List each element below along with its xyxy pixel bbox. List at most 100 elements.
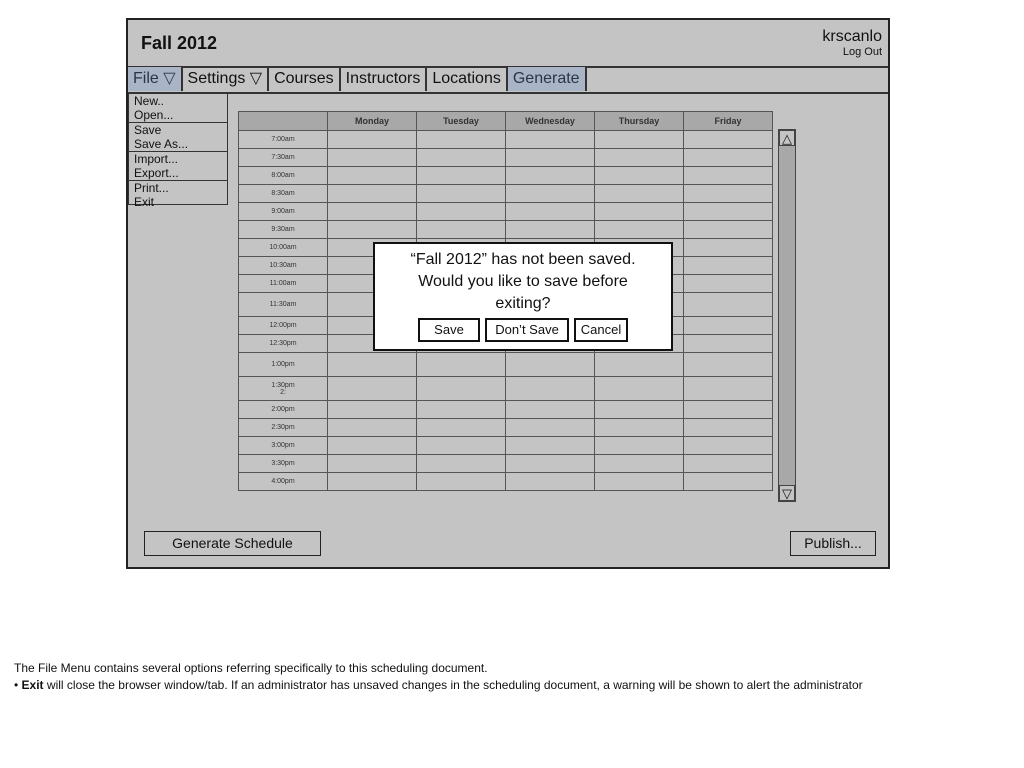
schedule-cell[interactable] [416, 352, 506, 377]
triangle-down-icon[interactable]: ▽ [779, 485, 795, 501]
schedule-cell[interactable] [416, 472, 506, 491]
schedule-cell[interactable] [416, 148, 506, 167]
schedule-cell[interactable] [683, 376, 773, 401]
schedule-cell[interactable] [683, 202, 773, 221]
schedule-cell[interactable] [505, 436, 595, 455]
schedule-cell[interactable] [683, 292, 773, 317]
schedule-cell[interactable] [683, 436, 773, 455]
schedule-cell[interactable] [416, 184, 506, 203]
schedule-cell[interactable] [683, 472, 773, 491]
schedule-cell[interactable] [327, 400, 417, 419]
schedule-cell[interactable] [683, 184, 773, 203]
schedule-cell[interactable] [505, 400, 595, 419]
schedule-cell[interactable] [327, 454, 417, 473]
schedule-cell[interactable] [327, 184, 417, 203]
notes-description: will close the browser window/tab. If an… [46, 678, 863, 692]
publish-button[interactable]: Publish... [790, 531, 876, 556]
schedule-cell[interactable] [416, 376, 506, 401]
schedule-cell[interactable] [505, 454, 595, 473]
logout-link[interactable]: Log Out [843, 46, 882, 58]
schedule-cell[interactable] [327, 376, 417, 401]
schedule-cell[interactable] [683, 148, 773, 167]
schedule-cell[interactable] [594, 148, 684, 167]
menu-settings[interactable]: Settings ▽ [183, 67, 270, 91]
dialog-dont-save-button[interactable]: Don’t Save [485, 318, 569, 342]
schedule-cell[interactable] [683, 166, 773, 185]
menu-item-new[interactable]: New.. [129, 94, 227, 108]
menu-item-save[interactable]: Save [129, 122, 227, 137]
schedule-cell[interactable] [505, 166, 595, 185]
schedule-cell[interactable] [416, 166, 506, 185]
schedule-cell[interactable] [683, 400, 773, 419]
time-label-text: 3:30pm [271, 460, 295, 467]
schedule-cell[interactable] [594, 130, 684, 149]
schedule-cell[interactable] [683, 238, 773, 257]
schedule-cell[interactable] [594, 418, 684, 437]
schedule-cell[interactable] [416, 220, 506, 239]
username: krscanlo [822, 28, 882, 45]
schedule-cell[interactable] [594, 352, 684, 377]
schedule-cell[interactable] [683, 274, 773, 293]
schedule-cell[interactable] [683, 220, 773, 239]
schedule-cell[interactable] [594, 400, 684, 419]
dialog-save-button[interactable]: Save [418, 318, 480, 342]
schedule-cell[interactable] [594, 436, 684, 455]
schedule-cell[interactable] [416, 130, 506, 149]
schedule-cell[interactable] [416, 436, 506, 455]
menu-item-export[interactable]: Export... [129, 166, 227, 180]
schedule-cell[interactable] [594, 202, 684, 221]
schedule-cell[interactable] [327, 352, 417, 377]
schedule-cell[interactable] [505, 130, 595, 149]
schedule-cell[interactable] [594, 220, 684, 239]
menu-item-exit[interactable]: Exit [129, 195, 227, 209]
menu-file[interactable]: File ▽ [128, 67, 183, 91]
menu-item-save-as[interactable]: Save As... [129, 137, 227, 151]
grid-scrollbar[interactable]: △ ▽ [778, 129, 796, 502]
schedule-cell[interactable] [327, 418, 417, 437]
schedule-cell[interactable] [505, 220, 595, 239]
schedule-cell[interactable] [594, 472, 684, 491]
schedule-cell[interactable] [683, 454, 773, 473]
dialog-cancel-button[interactable]: Cancel [574, 318, 628, 342]
schedule-cell[interactable] [683, 256, 773, 275]
schedule-cell[interactable] [683, 418, 773, 437]
schedule-cell[interactable] [683, 316, 773, 335]
day-header-wednesday: Wednesday [505, 111, 595, 131]
schedule-cell[interactable] [416, 202, 506, 221]
schedule-cell[interactable] [505, 184, 595, 203]
schedule-cell[interactable] [327, 148, 417, 167]
schedule-cell[interactable] [505, 148, 595, 167]
tab-instructors[interactable]: Instructors [341, 67, 428, 91]
schedule-cell[interactable] [594, 454, 684, 473]
menu-item-print[interactable]: Print... [129, 180, 227, 195]
time-label-text: 7:00am [271, 136, 295, 143]
schedule-cell[interactable] [594, 376, 684, 401]
schedule-cell[interactable] [327, 130, 417, 149]
schedule-cell[interactable] [505, 472, 595, 491]
schedule-cell[interactable] [505, 376, 595, 401]
schedule-cell[interactable] [416, 454, 506, 473]
schedule-cell[interactable] [416, 418, 506, 437]
triangle-up-icon[interactable]: △ [779, 130, 795, 146]
schedule-cell[interactable] [416, 400, 506, 419]
tab-courses[interactable]: Courses [269, 67, 341, 91]
tab-locations[interactable]: Locations [427, 67, 508, 91]
schedule-cell[interactable] [594, 166, 684, 185]
schedule-cell[interactable] [327, 220, 417, 239]
schedule-cell[interactable] [505, 352, 595, 377]
schedule-cell[interactable] [594, 184, 684, 203]
generate-schedule-button[interactable]: Generate Schedule [144, 531, 321, 556]
tab-generate[interactable]: Generate [507, 67, 587, 91]
menu-item-open[interactable]: Open... [129, 108, 227, 122]
table-row: 7:00am [238, 130, 773, 149]
schedule-cell[interactable] [505, 418, 595, 437]
schedule-cell[interactable] [327, 202, 417, 221]
schedule-cell[interactable] [327, 436, 417, 455]
schedule-cell[interactable] [683, 352, 773, 377]
schedule-cell[interactable] [683, 334, 773, 353]
schedule-cell[interactable] [683, 130, 773, 149]
schedule-cell[interactable] [327, 166, 417, 185]
schedule-cell[interactable] [327, 472, 417, 491]
schedule-cell[interactable] [505, 202, 595, 221]
menu-item-import[interactable]: Import... [129, 151, 227, 166]
